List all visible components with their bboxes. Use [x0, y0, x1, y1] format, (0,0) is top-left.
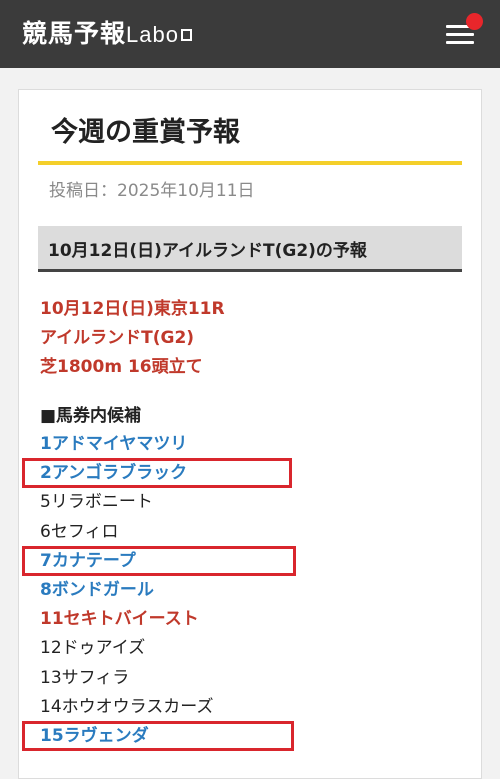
brand-name-latin: Labo — [126, 22, 179, 47]
post-date-value: 2025年10月11日 — [117, 181, 255, 201]
page-title: 今週の重賞予報 — [51, 117, 240, 148]
notification-dot-icon — [466, 13, 483, 30]
horse-candidate-item[interactable]: 8ボンドガール — [40, 577, 154, 603]
highlight-box — [22, 458, 292, 488]
book-icon — [180, 29, 192, 41]
highlight-box — [22, 721, 294, 751]
menu-line-icon — [446, 33, 474, 36]
section-heading: 10月12日(日)アイルランドT(G2)の予報 — [38, 226, 462, 272]
menu-line-icon — [446, 41, 474, 44]
horse-candidate-item[interactable]: 1アドマイヤマツリ — [40, 431, 187, 457]
horse-candidate-item[interactable]: 11セキトバイースト — [40, 606, 199, 632]
horse-candidate-item: 13サフィラ — [40, 668, 130, 688]
horse-candidate-item: 12ドゥアイズ — [40, 638, 146, 658]
race-conditions: 芝1800m 16頭立て — [40, 357, 203, 377]
section-heading-text: 10月12日(日)アイルランドT(G2)の予報 — [48, 241, 367, 261]
title-underline — [38, 161, 462, 165]
site-logo[interactable]: 競馬予報Labo — [22, 18, 192, 51]
post-date: 投稿日：2025年10月11日 — [49, 178, 255, 204]
highlight-box — [22, 546, 296, 576]
race-name: アイルランドT(G2) — [40, 328, 195, 348]
horse-candidate-item: 5リラボニート — [40, 492, 153, 512]
horse-candidate-item: 14ホウオウラスカーズ — [40, 697, 214, 717]
race-date-venue: 10月12日(日)東京11R — [40, 299, 225, 319]
post-date-label: 投稿日： — [49, 181, 117, 201]
horse-candidate-item: 6セフィロ — [40, 522, 119, 542]
candidates-heading: ■馬券内候補 — [40, 406, 142, 426]
top-app-bar: 競馬予報Labo — [0, 0, 500, 68]
brand-name-jp: 競馬予報 — [22, 19, 127, 48]
